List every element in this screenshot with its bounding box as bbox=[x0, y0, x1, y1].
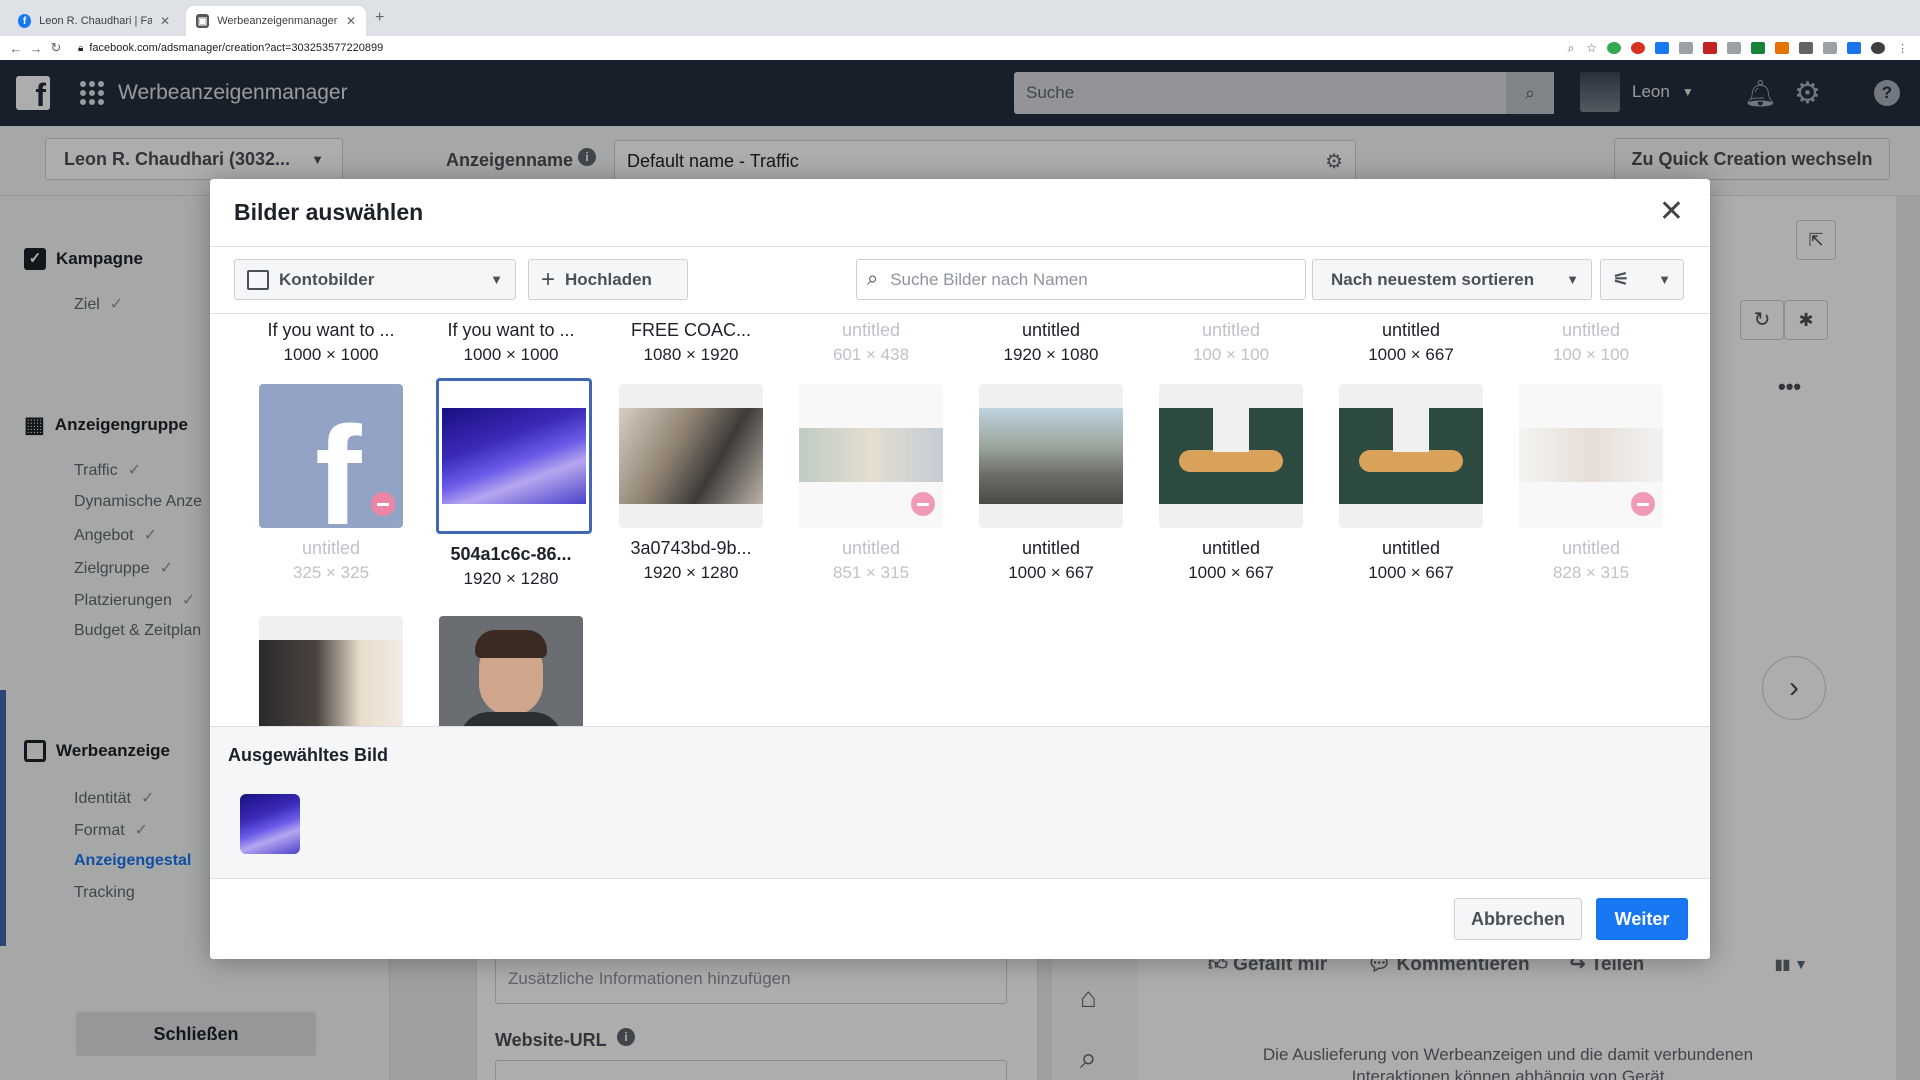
facebook-logo-icon: f bbox=[315, 397, 362, 529]
image-tile: untitled 851 × 315 bbox=[796, 384, 946, 583]
chevron-down-icon: ▼ bbox=[1566, 272, 1579, 287]
upload-button[interactable]: + Hochladen bbox=[528, 259, 688, 300]
browser-tab-adsmanager[interactable]: ▣ Werbeanzeigenmanager - Cre... ✕ bbox=[186, 6, 366, 36]
image-thumbnail bbox=[1159, 384, 1303, 528]
blocked-icon bbox=[371, 492, 395, 516]
image-tile[interactable]: untitled 1000 × 667 bbox=[1336, 384, 1486, 583]
blocked-icon bbox=[911, 492, 935, 516]
close-tab-icon[interactable]: ✕ bbox=[346, 14, 356, 28]
image-thumbnail bbox=[439, 616, 583, 726]
chevron-down-icon: ▼ bbox=[490, 272, 503, 287]
sort-dropdown[interactable]: Nach neuestem sortieren ▼ bbox=[1312, 259, 1592, 300]
filter-sliders-icon: ⚟ bbox=[1613, 269, 1630, 289]
image-thumbnail bbox=[799, 384, 943, 528]
extension-icon[interactable] bbox=[1631, 42, 1645, 54]
selected-image-title: Ausgewähltes Bild bbox=[228, 745, 389, 765]
extension-icon[interactable] bbox=[1703, 42, 1717, 54]
extension-icon[interactable] bbox=[1727, 42, 1741, 54]
next-button[interactable]: Weiter bbox=[1596, 898, 1688, 940]
image-tile[interactable]: FREE COAC... 1080 × 1920 bbox=[616, 314, 766, 365]
adsmanager-favicon-icon: ▣ bbox=[196, 14, 210, 28]
zoom-icon[interactable]: ⌕ bbox=[1568, 41, 1575, 56]
browser-tab-bar: f Leon R. Chaudhari | Facebook ✕ ▣ Werbe… bbox=[0, 0, 1920, 36]
image-library-icon bbox=[247, 269, 269, 290]
image-tile[interactable] bbox=[256, 616, 406, 726]
image-search-input[interactable]: ⌕ Suche Bilder nach Namen bbox=[856, 259, 1306, 300]
image-tile[interactable]: If you want to ... 1000 × 1000 bbox=[256, 314, 406, 365]
image-thumbnail bbox=[1519, 384, 1663, 528]
selected-image-thumbnail[interactable] bbox=[240, 794, 300, 854]
image-thumbnail bbox=[979, 384, 1123, 528]
image-thumbnail bbox=[619, 384, 763, 528]
image-thumbnail bbox=[1339, 384, 1483, 528]
dialog-header: Bilder auswählen ✕ bbox=[210, 179, 1710, 247]
bookmark-star-icon[interactable]: ☆ bbox=[1586, 41, 1597, 55]
image-tile: untitled 601 × 438 bbox=[832, 320, 910, 364]
browser-address-bar: ← → ↻ 🔒︎ facebook.com/adsmanager/creatio… bbox=[0, 36, 1920, 60]
image-grid: If you want to ... 1000 × 1000 If you wan… bbox=[210, 313, 1710, 726]
blocked-icon bbox=[1631, 492, 1655, 516]
image-tile: f untitled 325 × 325 bbox=[256, 384, 406, 583]
image-thumbnail bbox=[259, 616, 403, 726]
extension-icon[interactable] bbox=[1823, 42, 1837, 54]
browser-tab-facebook[interactable]: f Leon R. Chaudhari | Facebook ✕ bbox=[8, 6, 180, 36]
image-tile[interactable]: untitled 1000 × 667 bbox=[976, 384, 1126, 583]
image-tile-selected[interactable]: 504a1c6c-86... 1920 × 1280 bbox=[436, 378, 592, 589]
extension-icon[interactable] bbox=[1775, 42, 1789, 54]
more-menu-icon[interactable]: ⋮ bbox=[1897, 42, 1908, 55]
chevron-down-icon: ▼ bbox=[1658, 272, 1671, 287]
extension-icon[interactable] bbox=[1607, 42, 1621, 54]
back-icon[interactable]: ← bbox=[6, 41, 26, 56]
extension-icon[interactable] bbox=[1847, 42, 1861, 54]
image-tile: untitled 828 × 315 bbox=[1516, 384, 1666, 583]
close-icon[interactable]: ✕ bbox=[1659, 197, 1684, 227]
image-thumbnail bbox=[436, 378, 592, 534]
plus-icon: + bbox=[541, 265, 556, 293]
image-tile[interactable]: untitled 1000 × 667 bbox=[1336, 314, 1486, 365]
tab-title: Leon R. Chaudhari | Facebook bbox=[39, 15, 152, 27]
image-source-dropdown[interactable]: Kontobilder ▼ bbox=[234, 259, 516, 300]
image-tile[interactable] bbox=[436, 616, 586, 726]
select-images-dialog: Bilder auswählen ✕ Kontobilder ▼ + Hochl… bbox=[210, 179, 1710, 959]
extension-icon[interactable] bbox=[1751, 42, 1765, 54]
tab-title: Werbeanzeigenmanager - Cre... bbox=[217, 15, 338, 27]
cancel-button[interactable]: Abbrechen bbox=[1454, 898, 1582, 940]
dialog-footer: Abbrechen Weiter bbox=[210, 880, 1710, 959]
forward-icon[interactable]: → bbox=[26, 41, 46, 56]
extension-icon[interactable] bbox=[1655, 42, 1669, 54]
filter-dropdown[interactable]: ⚟ ▼ bbox=[1600, 259, 1684, 300]
new-tab-icon[interactable]: + bbox=[375, 9, 384, 27]
extension-icon[interactable] bbox=[1799, 42, 1813, 54]
url-field[interactable]: facebook.com/adsmanager/creation?act=303… bbox=[89, 42, 383, 54]
image-tile: untitled 100 × 100 bbox=[1552, 320, 1630, 364]
profile-avatar-icon[interactable] bbox=[1871, 42, 1885, 54]
image-thumbnail: f bbox=[259, 384, 403, 528]
image-tile[interactable]: 3a0743bd-9b... 1920 × 1280 bbox=[616, 384, 766, 583]
dialog-title: Bilder auswählen bbox=[234, 199, 424, 225]
selected-image-section: Ausgewähltes Bild bbox=[210, 726, 1710, 879]
facebook-favicon-icon: f bbox=[18, 14, 32, 28]
extension-icon[interactable] bbox=[1679, 42, 1693, 54]
close-tab-icon[interactable]: ✕ bbox=[160, 14, 170, 28]
search-icon: ⌕ bbox=[867, 268, 879, 290]
image-tile[interactable]: If you want to ... 1000 × 1000 bbox=[436, 314, 586, 365]
reload-icon[interactable]: ↻ bbox=[46, 40, 66, 56]
image-tile[interactable]: untitled 1920 × 1080 bbox=[976, 314, 1126, 365]
lock-icon: 🔒︎ bbox=[78, 42, 84, 54]
image-tile: untitled 100 × 100 bbox=[1192, 320, 1270, 364]
image-tile[interactable]: untitled 1000 × 667 bbox=[1156, 384, 1306, 583]
